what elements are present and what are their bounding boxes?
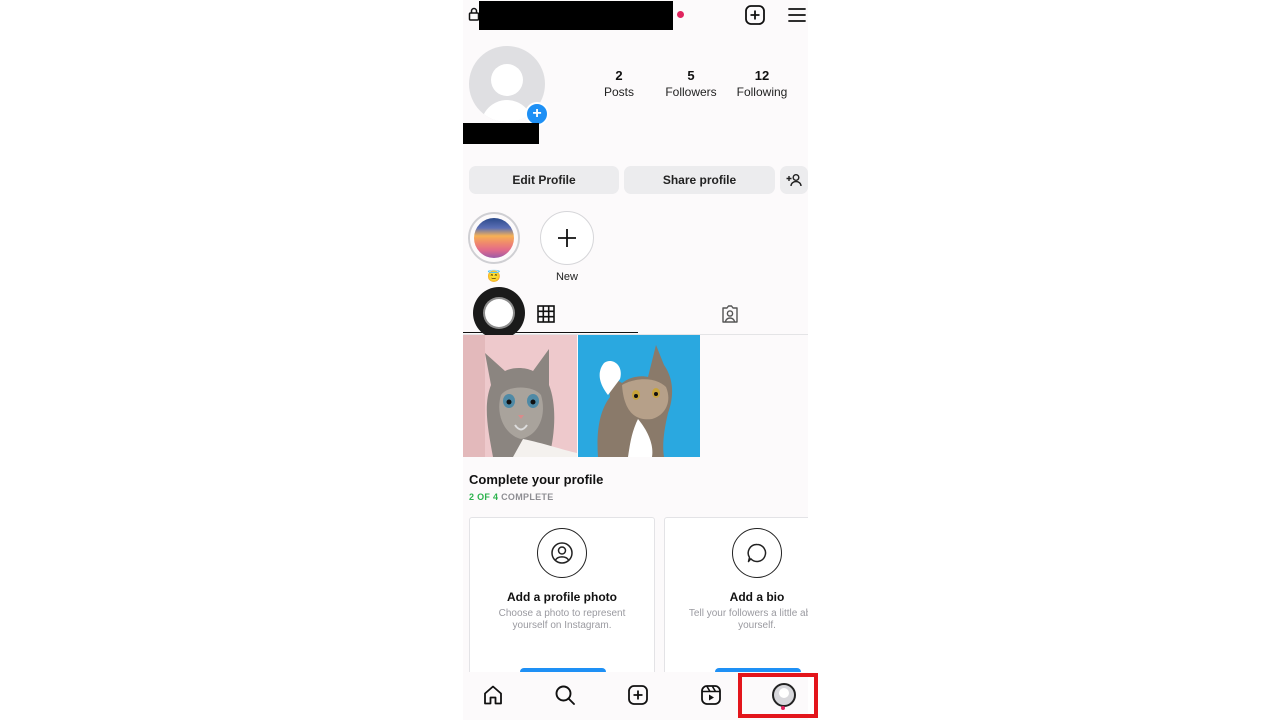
card-description: Tell your followers a little about yours… (688, 608, 808, 631)
followers-count: 5 (687, 68, 695, 83)
following-count: 12 (754, 68, 770, 83)
progress-done-count: 2 OF 4 (469, 492, 499, 502)
redacted-display-name (463, 123, 539, 144)
create-icon (628, 685, 648, 705)
new-highlight-button[interactable] (540, 211, 594, 265)
discover-people-button[interactable] (780, 166, 808, 194)
hamburger-menu-icon (788, 8, 806, 22)
highlight-label: 😇 (487, 271, 501, 283)
speech-bubble-icon (747, 543, 767, 563)
following-stat[interactable]: 12 Following (727, 68, 797, 99)
add-bio-card[interactable]: Add a bio Tell your followers a little a… (664, 517, 808, 687)
plus-icon (558, 229, 576, 247)
nav-create[interactable] (625, 682, 651, 708)
nav-search[interactable] (552, 682, 578, 708)
touch-indicator-center (485, 299, 513, 327)
add-profile-photo-card[interactable]: Add a profile photo Choose a photo to re… (469, 517, 655, 687)
posts-stat[interactable]: 2 Posts (584, 68, 654, 99)
bio-circle (732, 528, 782, 578)
notification-dot (677, 11, 684, 18)
progress-suffix: COMPLETE (498, 492, 554, 502)
post-thumbnail[interactable] (463, 335, 577, 457)
sunset-highlight-cover (474, 218, 514, 258)
edit-profile-button[interactable]: Edit Profile (469, 166, 619, 194)
kitten-photo (578, 335, 700, 457)
tab-tagged[interactable] (719, 303, 741, 325)
search-icon (555, 685, 575, 705)
person-icon (551, 542, 573, 564)
nav-reels[interactable] (698, 682, 724, 708)
story-highlight[interactable] (468, 212, 520, 264)
menu-button[interactable] (785, 3, 808, 27)
plus-square-icon (745, 5, 765, 25)
reels-icon (701, 685, 721, 705)
touch-indicator (473, 287, 525, 339)
nav-home[interactable] (480, 682, 506, 708)
home-icon (484, 685, 502, 705)
complete-profile-title: Complete your profile (469, 472, 604, 487)
redacted-username[interactable] (479, 1, 673, 30)
card-description: Choose a photo to represent yourself on … (498, 608, 626, 631)
posts-label: Posts (603, 85, 634, 99)
grid-icon (537, 305, 555, 323)
profile-tab-highlight-box (738, 673, 818, 718)
followers-stat[interactable]: 5 Followers (656, 68, 726, 99)
posts-count: 2 (615, 68, 623, 83)
profile-notification-dot (781, 706, 785, 710)
profile-photo-circle (537, 528, 587, 578)
post-thumbnail[interactable] (578, 335, 700, 457)
tagged-person-icon (722, 305, 738, 323)
tab-posts-grid[interactable] (535, 303, 557, 325)
add-person-icon (786, 174, 802, 187)
following-label: Following (736, 85, 788, 99)
card-title: Add a profile photo (507, 590, 617, 604)
followers-label: Followers (665, 85, 717, 99)
share-profile-button[interactable]: Share profile (624, 166, 775, 194)
new-highlight-label: New (555, 271, 578, 283)
complete-profile-progress: 2 OF 4 COMPLETE (469, 492, 554, 502)
avatar-placeholder-head (491, 64, 523, 96)
kitten-photo (463, 335, 577, 457)
card-title: Add a bio (729, 590, 785, 604)
create-post-button[interactable] (743, 3, 767, 27)
instagram-profile-screen: + 2 Posts 5 Followers 12 Following Edit … (463, 0, 808, 720)
